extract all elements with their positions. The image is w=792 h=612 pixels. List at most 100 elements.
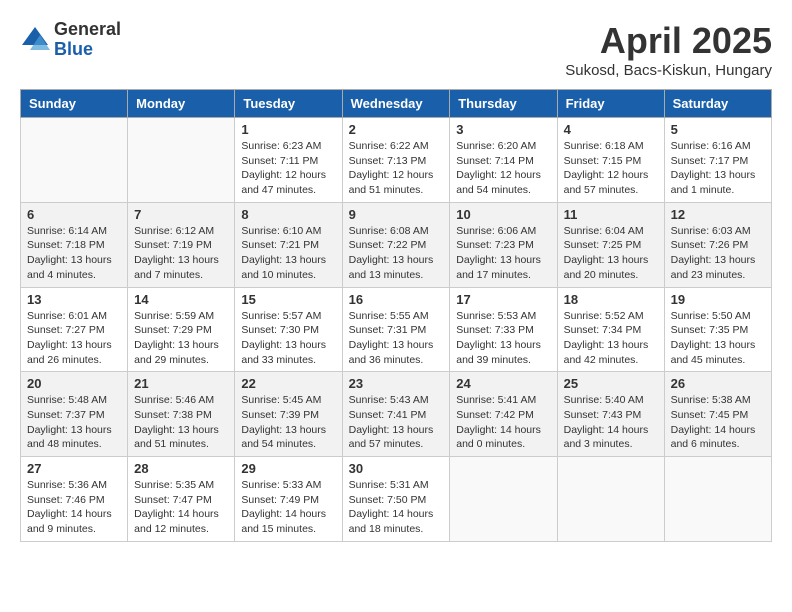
logo-text: General Blue bbox=[54, 20, 121, 60]
logo-blue: Blue bbox=[54, 40, 121, 60]
day-number: 12 bbox=[671, 207, 765, 222]
calendar-cell bbox=[557, 457, 664, 542]
day-number: 15 bbox=[241, 292, 335, 307]
day-number: 30 bbox=[349, 461, 444, 476]
day-number: 9 bbox=[349, 207, 444, 222]
day-info: Sunrise: 5:57 AM Sunset: 7:30 PM Dayligh… bbox=[241, 309, 335, 368]
calendar-week-row: 20Sunrise: 5:48 AM Sunset: 7:37 PM Dayli… bbox=[21, 372, 772, 457]
day-number: 16 bbox=[349, 292, 444, 307]
day-number: 8 bbox=[241, 207, 335, 222]
calendar-cell: 3 Sunrise: 6:20 AM Sunset: 7:14 PM Daylig… bbox=[450, 118, 557, 203]
day-info: Sunrise: 5:41 AM Sunset: 7:42 PM Dayligh… bbox=[456, 393, 550, 452]
day-number: 11 bbox=[564, 207, 658, 222]
calendar-cell: 2Sunrise: 6:22 AM Sunset: 7:13 PM Daylig… bbox=[342, 118, 450, 203]
calendar-cell: 18 Sunrise: 5:52 AM Sunset: 7:34 PM Dayli… bbox=[557, 287, 664, 372]
calendar-cell: 21 Sunrise: 5:46 AM Sunset: 7:38 PM Dayli… bbox=[128, 372, 235, 457]
calendar-week-row: 6Sunrise: 6:14 AM Sunset: 7:18 PM Daylig… bbox=[21, 202, 772, 287]
day-info: Sunrise: 6:01 AM Sunset: 7:27 PM Dayligh… bbox=[27, 309, 121, 368]
calendar-cell: 15 Sunrise: 5:57 AM Sunset: 7:30 PM Dayli… bbox=[235, 287, 342, 372]
day-number: 28 bbox=[134, 461, 228, 476]
calendar-cell: 24 Sunrise: 5:41 AM Sunset: 7:42 PM Dayli… bbox=[450, 372, 557, 457]
weekday-header-tuesday: Tuesday bbox=[235, 90, 342, 118]
calendar-cell: 29Sunrise: 5:33 AM Sunset: 7:49 PM Dayli… bbox=[235, 457, 342, 542]
calendar-cell: 16Sunrise: 5:55 AM Sunset: 7:31 PM Dayli… bbox=[342, 287, 450, 372]
day-number: 24 bbox=[456, 376, 550, 391]
calendar-cell: 17Sunrise: 5:53 AM Sunset: 7:33 PM Dayli… bbox=[450, 287, 557, 372]
day-info: Sunrise: 6:18 AM Sunset: 7:15 PM Dayligh… bbox=[564, 139, 658, 198]
logo: General Blue bbox=[20, 20, 121, 60]
page-header: General Blue April 2025 Sukosd, Bacs-Kis… bbox=[20, 20, 772, 79]
location-subtitle: Sukosd, Bacs-Kiskun, Hungary bbox=[565, 62, 772, 79]
day-number: 25 bbox=[564, 376, 658, 391]
day-info: Sunrise: 6:16 AM Sunset: 7:17 PM Dayligh… bbox=[671, 139, 765, 198]
calendar-cell: 10 Sunrise: 6:06 AM Sunset: 7:23 PM Dayli… bbox=[450, 202, 557, 287]
day-number: 27 bbox=[27, 461, 121, 476]
day-number: 5 bbox=[671, 122, 765, 137]
calendar-cell: 20Sunrise: 5:48 AM Sunset: 7:37 PM Dayli… bbox=[21, 372, 128, 457]
day-info: Sunrise: 6:12 AM Sunset: 7:19 PM Dayligh… bbox=[134, 224, 228, 283]
day-number: 7 bbox=[134, 207, 228, 222]
day-info: Sunrise: 6:04 AM Sunset: 7:25 PM Dayligh… bbox=[564, 224, 658, 283]
calendar-cell: 30 Sunrise: 5:31 AM Sunset: 7:50 PM Dayli… bbox=[342, 457, 450, 542]
calendar-week-row: 27 Sunrise: 5:36 AM Sunset: 7:46 PM Dayli… bbox=[21, 457, 772, 542]
day-info: Sunrise: 6:06 AM Sunset: 7:23 PM Dayligh… bbox=[456, 224, 550, 283]
day-number: 20 bbox=[27, 376, 121, 391]
title-block: April 2025 Sukosd, Bacs-Kiskun, Hungary bbox=[565, 20, 772, 79]
day-info: Sunrise: 5:36 AM Sunset: 7:46 PM Dayligh… bbox=[27, 478, 121, 537]
calendar-cell: 5 Sunrise: 6:16 AM Sunset: 7:17 PM Daylig… bbox=[664, 118, 771, 203]
calendar-cell: 27 Sunrise: 5:36 AM Sunset: 7:46 PM Dayli… bbox=[21, 457, 128, 542]
logo-icon bbox=[20, 25, 50, 55]
calendar-cell: 8 Sunrise: 6:10 AM Sunset: 7:21 PM Daylig… bbox=[235, 202, 342, 287]
calendar-cell: 22Sunrise: 5:45 AM Sunset: 7:39 PM Dayli… bbox=[235, 372, 342, 457]
day-number: 18 bbox=[564, 292, 658, 307]
day-number: 21 bbox=[134, 376, 228, 391]
calendar-week-row: 1Sunrise: 6:23 AM Sunset: 7:11 PM Daylig… bbox=[21, 118, 772, 203]
weekday-header-monday: Monday bbox=[128, 90, 235, 118]
day-number: 23 bbox=[349, 376, 444, 391]
calendar-cell: 9 Sunrise: 6:08 AM Sunset: 7:22 PM Daylig… bbox=[342, 202, 450, 287]
calendar-cell: 7 Sunrise: 6:12 AM Sunset: 7:19 PM Daylig… bbox=[128, 202, 235, 287]
calendar-cell: 11 Sunrise: 6:04 AM Sunset: 7:25 PM Dayli… bbox=[557, 202, 664, 287]
calendar-cell: 12 Sunrise: 6:03 AM Sunset: 7:26 PM Dayli… bbox=[664, 202, 771, 287]
day-number: 10 bbox=[456, 207, 550, 222]
day-number: 6 bbox=[27, 207, 121, 222]
day-info: Sunrise: 5:52 AM Sunset: 7:34 PM Dayligh… bbox=[564, 309, 658, 368]
logo-general: General bbox=[54, 20, 121, 40]
day-info: Sunrise: 5:38 AM Sunset: 7:45 PM Dayligh… bbox=[671, 393, 765, 452]
day-info: Sunrise: 5:33 AM Sunset: 7:49 PM Dayligh… bbox=[241, 478, 335, 537]
day-number: 13 bbox=[27, 292, 121, 307]
calendar-week-row: 13 Sunrise: 6:01 AM Sunset: 7:27 PM Dayli… bbox=[21, 287, 772, 372]
calendar-cell: 6Sunrise: 6:14 AM Sunset: 7:18 PM Daylig… bbox=[21, 202, 128, 287]
day-number: 4 bbox=[564, 122, 658, 137]
day-info: Sunrise: 5:46 AM Sunset: 7:38 PM Dayligh… bbox=[134, 393, 228, 452]
calendar-cell: 26 Sunrise: 5:38 AM Sunset: 7:45 PM Dayli… bbox=[664, 372, 771, 457]
day-info: Sunrise: 5:50 AM Sunset: 7:35 PM Dayligh… bbox=[671, 309, 765, 368]
calendar-cell: 23Sunrise: 5:43 AM Sunset: 7:41 PM Dayli… bbox=[342, 372, 450, 457]
day-info: Sunrise: 5:31 AM Sunset: 7:50 PM Dayligh… bbox=[349, 478, 444, 537]
day-info: Sunrise: 6:20 AM Sunset: 7:14 PM Dayligh… bbox=[456, 139, 550, 198]
day-number: 3 bbox=[456, 122, 550, 137]
day-number: 2 bbox=[349, 122, 444, 137]
calendar-cell: 4 Sunrise: 6:18 AM Sunset: 7:15 PM Daylig… bbox=[557, 118, 664, 203]
calendar-cell: 13 Sunrise: 6:01 AM Sunset: 7:27 PM Dayli… bbox=[21, 287, 128, 372]
weekday-header-friday: Friday bbox=[557, 90, 664, 118]
day-number: 19 bbox=[671, 292, 765, 307]
day-info: Sunrise: 5:35 AM Sunset: 7:47 PM Dayligh… bbox=[134, 478, 228, 537]
weekday-header-thursday: Thursday bbox=[450, 90, 557, 118]
calendar-cell bbox=[450, 457, 557, 542]
day-info: Sunrise: 6:10 AM Sunset: 7:21 PM Dayligh… bbox=[241, 224, 335, 283]
calendar-cell: 28 Sunrise: 5:35 AM Sunset: 7:47 PM Dayli… bbox=[128, 457, 235, 542]
calendar-cell: 1Sunrise: 6:23 AM Sunset: 7:11 PM Daylig… bbox=[235, 118, 342, 203]
day-info: Sunrise: 6:08 AM Sunset: 7:22 PM Dayligh… bbox=[349, 224, 444, 283]
calendar-cell bbox=[21, 118, 128, 203]
weekday-header-wednesday: Wednesday bbox=[342, 90, 450, 118]
day-info: Sunrise: 5:53 AM Sunset: 7:33 PM Dayligh… bbox=[456, 309, 550, 368]
day-number: 1 bbox=[241, 122, 335, 137]
day-info: Sunrise: 5:40 AM Sunset: 7:43 PM Dayligh… bbox=[564, 393, 658, 452]
calendar-cell: 25 Sunrise: 5:40 AM Sunset: 7:43 PM Dayli… bbox=[557, 372, 664, 457]
calendar-cell bbox=[664, 457, 771, 542]
day-number: 26 bbox=[671, 376, 765, 391]
day-info: Sunrise: 5:45 AM Sunset: 7:39 PM Dayligh… bbox=[241, 393, 335, 452]
weekday-header-sunday: Sunday bbox=[21, 90, 128, 118]
day-info: Sunrise: 6:03 AM Sunset: 7:26 PM Dayligh… bbox=[671, 224, 765, 283]
